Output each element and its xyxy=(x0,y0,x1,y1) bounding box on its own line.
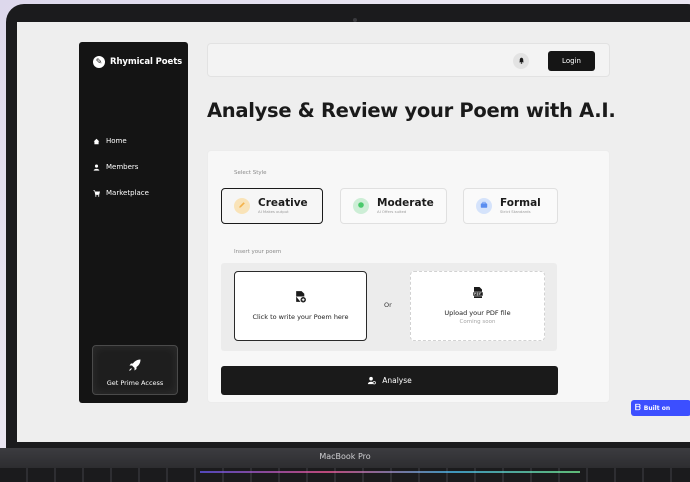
sidebar-item-label: Home xyxy=(106,137,127,145)
style-option-moderate[interactable]: Moderate AI Offers suited xyxy=(340,188,447,224)
bell-icon[interactable] xyxy=(513,53,529,69)
sidebar-nav: Home Members Marketplace xyxy=(93,128,149,206)
screen: ✎ Rhymical Poets Home Members Marketplac… xyxy=(17,22,690,442)
feather-icon: ✎ xyxy=(93,56,105,68)
get-prime-access-button[interactable]: Get Prime Access xyxy=(92,345,178,395)
sidebar-item-marketplace[interactable]: Marketplace xyxy=(93,180,149,206)
style-subtitle: Strict Standards xyxy=(500,209,531,214)
builder-logo-icon: ᗷ xyxy=(635,403,641,412)
keyboard xyxy=(0,468,690,482)
pencil-icon xyxy=(234,198,250,214)
sidebar-item-members[interactable]: Members xyxy=(93,154,149,180)
top-bar: Login xyxy=(207,43,610,77)
select-style-label: Select Style xyxy=(234,170,267,176)
sidebar-item-label: Marketplace xyxy=(106,189,149,197)
rocket-icon xyxy=(128,358,142,376)
style-option-creative[interactable]: Creative AI Makes output xyxy=(221,188,323,224)
home-icon xyxy=(93,138,100,145)
prime-label: Get Prime Access xyxy=(106,379,164,387)
style-subtitle: AI Offers suited xyxy=(377,209,407,214)
login-button[interactable]: Login xyxy=(548,51,595,71)
or-separator: Or xyxy=(384,301,392,309)
analyse-label: Analyse xyxy=(382,376,412,385)
user-icon xyxy=(93,164,100,171)
upload-pdf-status: Coming soon xyxy=(459,318,496,325)
brand-name: Rhymical Poets xyxy=(110,57,183,67)
style-name: Moderate xyxy=(377,197,434,209)
sidebar-item-label: Members xyxy=(106,163,139,171)
write-poem-button[interactable]: Click to write your Poem here xyxy=(234,271,367,341)
analyse-button[interactable]: Analyse xyxy=(221,366,558,395)
sidebar-item-home[interactable]: Home xyxy=(93,128,149,154)
style-name: Creative xyxy=(258,197,308,209)
circle-check-icon xyxy=(353,198,369,214)
brand[interactable]: ✎ Rhymical Poets xyxy=(93,56,182,68)
style-subtitle: AI Makes output xyxy=(258,209,289,214)
compose-icon xyxy=(294,290,307,306)
sidebar: ✎ Rhymical Poets Home Members Marketplac… xyxy=(79,42,188,403)
upload-pdf-label: Upload your PDF file xyxy=(444,308,511,317)
briefcase-icon xyxy=(476,198,492,214)
built-on-label: Built on xyxy=(643,404,671,412)
insert-poem-label: Insert your poem xyxy=(234,249,282,255)
page-title: Analyse & Review your Poem with A.I. xyxy=(207,99,616,122)
poem-input-area: Click to write your Poem here Or Upload … xyxy=(221,263,557,351)
cart-icon xyxy=(93,189,100,197)
write-poem-label: Click to write your Poem here xyxy=(252,313,349,321)
upload-pdf-button[interactable]: Upload your PDF file Coming soon xyxy=(410,271,545,341)
style-option-formal[interactable]: Formal Strict Standards xyxy=(463,188,558,224)
pdf-file-icon xyxy=(472,286,484,302)
user-settings-icon xyxy=(367,376,377,386)
style-name: Formal xyxy=(500,197,541,209)
built-on-badge[interactable]: ᗷ Built on xyxy=(631,400,690,416)
device-label: MacBook Pro xyxy=(319,452,371,461)
analysis-card: Select Style Creative AI Makes output Mo… xyxy=(207,150,610,403)
